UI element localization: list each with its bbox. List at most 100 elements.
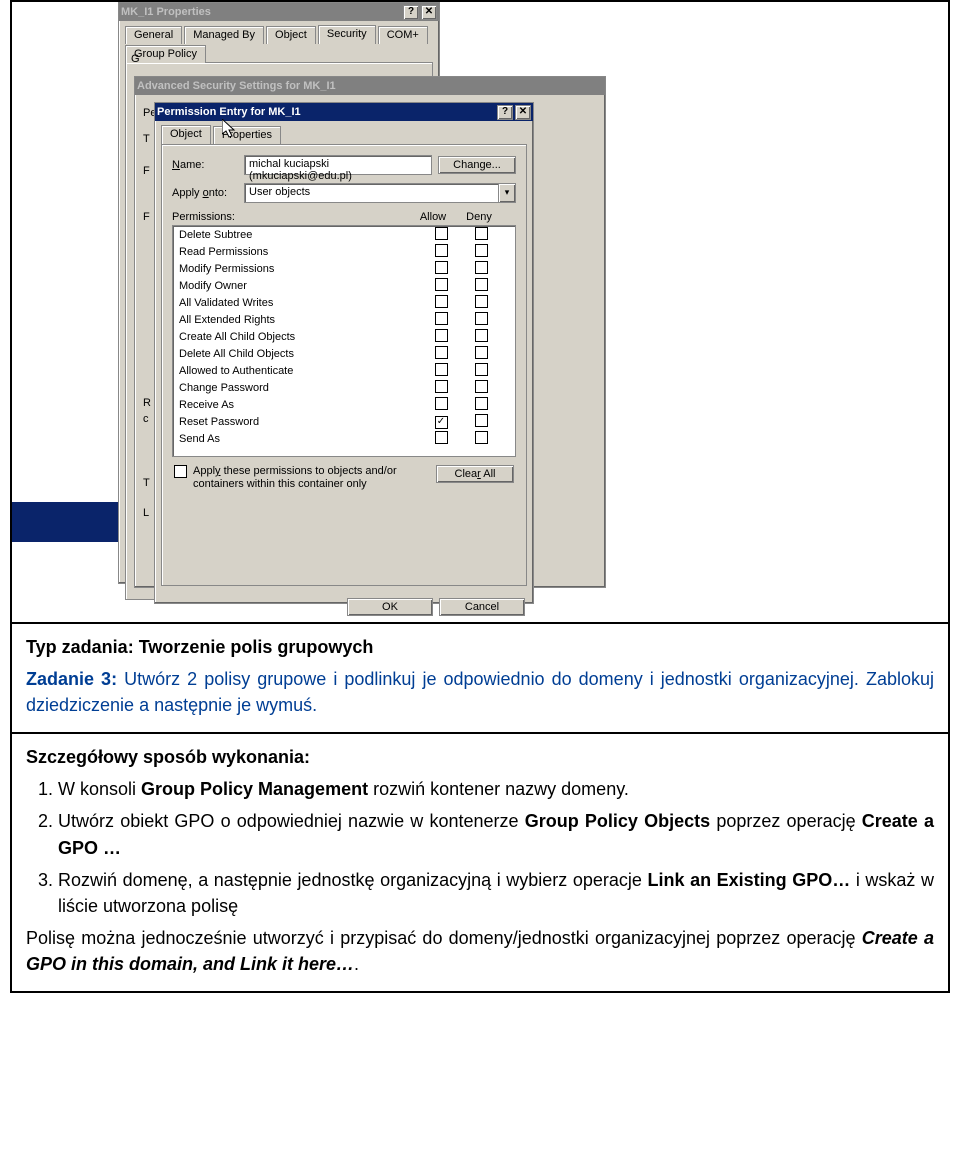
allow-checkbox[interactable] (435, 431, 448, 444)
steps-list: W konsoli Group Policy Management rozwiń… (26, 776, 934, 918)
tab-object[interactable]: Object (266, 26, 316, 44)
allow-checkbox[interactable] (435, 329, 448, 342)
name-label: Name: (172, 159, 244, 171)
typ-zadania-label: Typ zadania: (26, 637, 134, 657)
permission-row: Delete Subtree (173, 226, 515, 243)
step-2: Utwórz obiekt GPO o odpowiedniej nazwie … (58, 808, 934, 860)
tab-managed-by[interactable]: Managed By (184, 26, 264, 44)
chevron-down-icon[interactable]: ▾ (499, 183, 516, 203)
screenshot-region: MK_I1 Properties ? ✕ General Managed By … (10, 0, 950, 622)
tabs-properties: General Managed By Object Security COM+ … (119, 21, 439, 62)
allow-checkbox[interactable] (435, 312, 448, 325)
leftover-r: R (143, 397, 151, 409)
permission-name: Modify Permissions (179, 263, 421, 275)
help-button[interactable]: ? (403, 5, 419, 20)
dialog-buttons: OK Cancel (155, 592, 533, 622)
allow-label: Allow (410, 211, 456, 223)
permission-row: Send As (173, 430, 515, 447)
deny-checkbox[interactable] (475, 363, 488, 376)
window-permission-entry: Permission Entry for MK_I1 ? ✕ Object Pr… (154, 102, 534, 604)
leftover-f: F (143, 165, 150, 177)
leftover-f2: F (143, 211, 150, 223)
help-button[interactable]: ? (497, 105, 513, 120)
deny-checkbox[interactable] (475, 227, 488, 240)
allow-checkbox[interactable] (435, 278, 448, 291)
tab-security[interactable]: Security (318, 25, 376, 44)
deny-checkbox[interactable] (475, 414, 488, 427)
deny-checkbox[interactable] (475, 312, 488, 325)
deny-checkbox[interactable] (475, 397, 488, 410)
permission-entry-body: Name: michal kuciapski (mkuciapski@edu.p… (161, 144, 527, 586)
typ-zadania-value: Tworzenie polis grupowych (139, 637, 374, 657)
allow-checkbox[interactable] (435, 261, 448, 274)
leftover-g: G (131, 53, 140, 65)
allow-checkbox[interactable] (435, 346, 448, 359)
allow-checkbox[interactable]: ✓ (435, 416, 448, 429)
zadanie-line: Zadanie 3: Utwórz 2 polisy grupowe i pod… (26, 666, 934, 718)
cancel-button[interactable]: Cancel (439, 598, 525, 616)
permissions-list[interactable]: Delete Subtree Read Permissions Modify Per… (172, 225, 516, 457)
change-button[interactable]: Change... (438, 156, 516, 174)
deny-checkbox[interactable] (475, 295, 488, 308)
step-3: Rozwiń domenę, a następnie jednostkę org… (58, 867, 934, 919)
permission-name: Reset Password (179, 416, 421, 428)
clear-all-button[interactable]: Clear All (436, 465, 514, 483)
task-header-box: Typ zadania: Tworzenie polis grupowych Z… (10, 622, 950, 734)
titlebar-permission-entry[interactable]: Permission Entry for MK_I1 ? ✕ (155, 103, 533, 121)
allow-checkbox[interactable] (435, 363, 448, 376)
apply-these-row: Apply these permissions to objects and/o… (172, 457, 516, 493)
allow-checkbox[interactable] (435, 397, 448, 410)
apply-onto-row: Apply onto: User objects ▾ (172, 183, 516, 203)
titlebar-properties[interactable]: MK_I1 Properties ? ✕ (119, 3, 439, 21)
permission-row: Create All Child Objects (173, 328, 515, 345)
titlebar-text: Permission Entry for MK_I1 (157, 106, 301, 118)
apply-these-checkbox[interactable] (174, 465, 187, 478)
deny-checkbox[interactable] (475, 346, 488, 359)
permission-row: Change Password (173, 379, 515, 396)
step-1: W konsoli Group Policy Management rozwiń… (58, 776, 934, 802)
permission-name: Create All Child Objects (179, 331, 421, 343)
tabs-permission-entry: Object Properties (155, 121, 533, 144)
allow-checkbox[interactable] (435, 227, 448, 240)
deny-label: Deny (456, 211, 502, 223)
allow-checkbox[interactable] (435, 244, 448, 257)
allow-checkbox[interactable] (435, 295, 448, 308)
close-button[interactable]: ✕ (421, 5, 437, 20)
leftover-l: L (143, 507, 149, 519)
typ-zadania-line: Typ zadania: Tworzenie polis grupowych (26, 634, 934, 660)
name-row: Name: michal kuciapski (mkuciapski@edu.p… (172, 155, 516, 175)
ok-button[interactable]: OK (347, 598, 433, 616)
tab-com-plus[interactable]: COM+ (378, 26, 428, 44)
tab-general[interactable]: General (125, 26, 182, 44)
titlebar-text: MK_I1 Properties (121, 6, 211, 18)
deny-checkbox[interactable] (475, 431, 488, 444)
zadanie-text: Utwórz 2 polisy grupowe i podlinkuj je o… (26, 669, 934, 715)
permission-row: All Validated Writes (173, 294, 515, 311)
deny-checkbox[interactable] (475, 329, 488, 342)
tab-properties[interactable]: Properties (213, 126, 281, 144)
deny-checkbox[interactable] (475, 380, 488, 393)
permission-row: Receive As (173, 396, 515, 413)
permission-row: Reset Password ✓ (173, 413, 515, 430)
deny-checkbox[interactable] (475, 278, 488, 291)
deny-checkbox[interactable] (475, 261, 488, 274)
permission-name: All Validated Writes (179, 297, 421, 309)
task-body-box: Szczegółowy sposób wykonania: W konsoli … (10, 732, 950, 993)
permission-name: Delete Subtree (179, 229, 421, 241)
close-button[interactable]: ✕ (515, 105, 531, 120)
allow-checkbox[interactable] (435, 380, 448, 393)
apply-onto-label: Apply onto: (172, 187, 244, 199)
permission-name: Modify Owner (179, 280, 421, 292)
name-input[interactable]: michal kuciapski (mkuciapski@edu.pl) (244, 155, 432, 175)
permission-name: Allowed to Authenticate (179, 365, 421, 377)
tail-paragraph: Polisę można jednocześnie utworzyć i prz… (26, 925, 934, 977)
permission-name: Change Password (179, 382, 421, 394)
titlebar-advanced[interactable]: Advanced Security Settings for MK_I1 (135, 77, 605, 95)
permission-row: Read Permissions (173, 243, 515, 260)
tab-object[interactable]: Object (161, 125, 211, 144)
szczegolowy-label: Szczegółowy sposób wykonania: (26, 744, 934, 770)
permission-row: Delete All Child Objects (173, 345, 515, 362)
apply-onto-combo[interactable]: User objects (244, 183, 499, 203)
deny-checkbox[interactable] (475, 244, 488, 257)
permissions-header: Permissions: Allow Deny (172, 211, 516, 223)
